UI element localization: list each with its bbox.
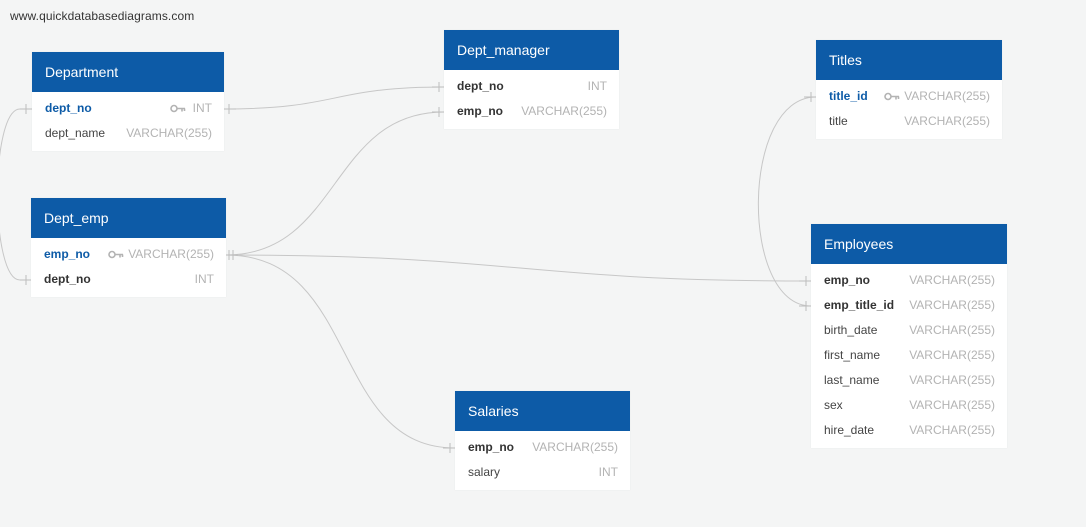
field-type: VARCHAR(255) xyxy=(909,298,995,312)
table-dept-manager[interactable]: Dept_manager dept_no INT emp_no VARCHAR(… xyxy=(444,30,619,129)
link-dept-emp-employees xyxy=(225,254,812,282)
field-name: emp_no xyxy=(44,247,91,261)
field-type: VARCHAR(255) xyxy=(909,323,995,337)
field-name: salary xyxy=(468,465,501,479)
table-field-row[interactable]: emp_no VARCHAR(255) xyxy=(455,435,630,460)
table-field-row[interactable]: title VARCHAR(255) xyxy=(816,109,1002,134)
table-employees[interactable]: Employees emp_no VARCHAR(255) emp_title_… xyxy=(811,224,1007,448)
link-department-dept-manager xyxy=(223,86,445,110)
field-type: VARCHAR(255) xyxy=(904,89,990,103)
field-type: VARCHAR(255) xyxy=(521,104,607,118)
field-name: hire_date xyxy=(824,423,875,437)
table-field-row[interactable]: first_name VARCHAR(255) xyxy=(811,343,1007,368)
table-field-row[interactable]: emp_title_id VARCHAR(255) xyxy=(811,293,1007,318)
field-type: VARCHAR(255) xyxy=(909,398,995,412)
field-type: INT xyxy=(192,101,212,115)
table-field-row[interactable]: dept_no INT xyxy=(444,74,619,99)
table-field-row[interactable]: last_name VARCHAR(255) xyxy=(811,368,1007,393)
field-name: birth_date xyxy=(824,323,878,337)
link-dept-emp-dept-manager xyxy=(225,111,445,256)
field-name: emp_no xyxy=(468,440,515,454)
field-type: VARCHAR(255) xyxy=(909,423,995,437)
field-type: INT xyxy=(587,79,607,93)
table-title[interactable]: Department xyxy=(32,52,224,92)
table-field-row[interactable]: dept_no INT xyxy=(31,267,226,292)
field-type: VARCHAR(255) xyxy=(909,273,995,287)
table-field-row[interactable]: emp_no VARCHAR(255) xyxy=(811,268,1007,293)
link-employees-titles xyxy=(757,96,817,307)
table-field-row[interactable]: title_id VARCHAR(255) xyxy=(816,84,1002,109)
table-field-row[interactable]: dept_name VARCHAR(255) xyxy=(32,121,224,146)
field-name: title_id xyxy=(829,89,868,103)
field-type: INT xyxy=(598,465,618,479)
field-name: first_name xyxy=(824,348,881,362)
field-name: emp_no xyxy=(824,273,871,287)
table-field-row[interactable]: salary INT xyxy=(455,460,630,485)
primary-key-icon xyxy=(108,250,124,259)
table-field-row[interactable]: sex VARCHAR(255) xyxy=(811,393,1007,418)
table-field-row[interactable]: birth_date VARCHAR(255) xyxy=(811,318,1007,343)
field-name: emp_no xyxy=(457,104,504,118)
link-dept-emp-salaries xyxy=(225,254,456,449)
table-title[interactable]: Titles xyxy=(816,40,1002,80)
field-type: VARCHAR(255) xyxy=(126,126,212,140)
field-name: dept_name xyxy=(45,126,106,140)
table-field-row[interactable]: dept_no INT xyxy=(32,96,224,121)
table-field-row[interactable]: emp_no VARCHAR(255) xyxy=(31,242,226,267)
table-title[interactable]: Dept_emp xyxy=(31,198,226,238)
field-type: VARCHAR(255) xyxy=(532,440,618,454)
field-name: dept_no xyxy=(45,101,92,115)
field-name: last_name xyxy=(824,373,880,387)
field-type: INT xyxy=(194,272,214,286)
primary-key-icon xyxy=(884,92,900,101)
table-title[interactable]: Dept_manager xyxy=(444,30,619,70)
field-name: emp_title_id xyxy=(824,298,895,312)
table-field-row[interactable]: emp_no VARCHAR(255) xyxy=(444,99,619,124)
table-field-row[interactable]: hire_date VARCHAR(255) xyxy=(811,418,1007,443)
table-title[interactable]: Employees xyxy=(811,224,1007,264)
field-name: dept_no xyxy=(44,272,91,286)
table-dept-emp[interactable]: Dept_emp emp_no VARCHAR(255) dept_no INT xyxy=(31,198,226,297)
table-title[interactable]: Salaries xyxy=(455,391,630,431)
field-name: sex xyxy=(824,398,843,412)
field-name: title xyxy=(829,114,848,128)
table-salaries[interactable]: Salaries emp_no VARCHAR(255) salary INT xyxy=(455,391,630,490)
link-dept-emp-department xyxy=(0,108,32,281)
table-department[interactable]: Department dept_no INT dept_name VARCHAR… xyxy=(32,52,224,151)
field-type: VARCHAR(255) xyxy=(909,373,995,387)
primary-key-icon xyxy=(170,104,186,113)
field-type: VARCHAR(255) xyxy=(904,114,990,128)
table-titles[interactable]: Titles title_id VARCHAR(255) title VARCH… xyxy=(816,40,1002,139)
field-type: VARCHAR(255) xyxy=(128,247,214,261)
field-name: dept_no xyxy=(457,79,504,93)
field-type: VARCHAR(255) xyxy=(909,348,995,362)
